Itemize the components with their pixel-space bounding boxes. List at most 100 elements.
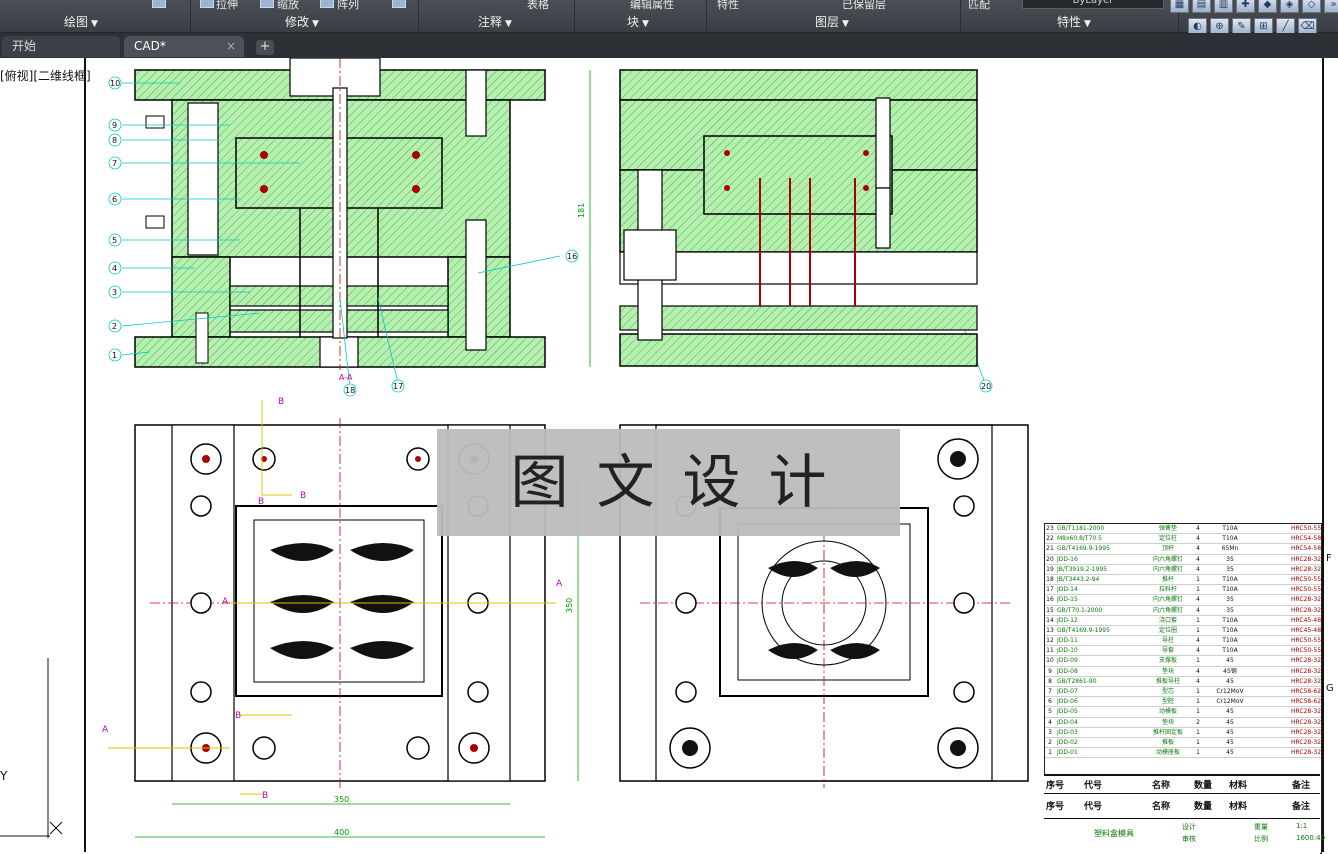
plus-icon[interactable]: ✚ [1236,0,1255,13]
scale-icon[interactable] [260,0,274,8]
tb-header-material: 材料 [1229,802,1248,812]
section-a-label: A [102,725,109,735]
bom-cell-mat: 35 [1226,555,1234,563]
dim-width-inner: 350 [334,795,349,804]
bom-cell-code: JB/T3443.2-94 [1057,575,1100,583]
bom-row[interactable]: 7 JDD-07 型芯 1 Cr12MoV HRC58-62 [1045,687,1321,698]
bom-row[interactable]: 14 JDD-12 浇口套 1 T10A HRC45-48 [1045,616,1321,626]
dimension-icon[interactable] [392,0,406,8]
bom-row[interactable]: 13 GB/T4169.9-1995 定位圈 1 T10A HRC45-48 [1045,626,1321,637]
bom-row[interactable]: 11 JDD-10 导套 4 T10A HRC50-55 [1045,646,1321,657]
bom-cell-hrc: HRC28-32 [1291,657,1321,665]
panel-draw[interactable]: 绘图 ▼ [64,13,98,30]
bom-row[interactable]: 12 JDD-11 导柱 4 T10A HRC50-55 [1045,636,1321,647]
section-b-label: B [235,711,241,721]
bom-cell-name: 浇口套 [1158,616,1177,624]
bom-cell-qty: 4 [1196,525,1200,532]
tab-drawing-label: CAD* [134,39,166,53]
panel-properties[interactable]: 特性 ▼ [1057,13,1091,30]
palette-icon[interactable]: ▦ [1170,0,1189,13]
bom-row[interactable]: 21 GB/T4169.9-1995 顶杆 4 65Mn HRC54-58 [1045,544,1321,555]
chevron-down-icon: ▼ [91,19,98,29]
panel-annotate[interactable]: 注释 ▼ [478,13,512,30]
bom-row[interactable]: 9 JDD-08 垫块 4 45钢 HRC28-32 [1045,667,1321,677]
overflow-icon[interactable]: » [1324,0,1338,13]
bom-row[interactable]: 23 GB/T1181-2000 弹簧垫 4 T10A HRC50-55 [1045,524,1321,535]
section-view-right[interactable] [619,69,978,367]
tab-drawing[interactable]: CAD* × [124,36,244,57]
bom-cell-idx: 21 [1046,545,1054,553]
close-icon[interactable]: × [226,36,236,57]
bom-cell-idx: 10 [1046,657,1054,665]
bom-cell-idx: 23 [1046,525,1054,532]
bom-header-qty: 数量 [1194,781,1213,791]
bom-row[interactable]: 22 M8x60.8/T70.5 定位柱 4 T10A HRC54-58 [1045,534,1321,545]
match-label[interactable]: 匹配 [968,0,990,12]
move-icon[interactable] [200,0,214,8]
layer-filter-icon[interactable]: ◇ [1302,0,1321,13]
bom-cell-idx: 3 [1048,728,1052,736]
bom-row[interactable]: 3 JDD-03 推杆固定板 1 45 HRC28-32 [1045,728,1321,738]
bom-cell-name: 推板导柱 [1155,677,1180,685]
bom-row[interactable]: 8 GB/T2861-90 推板导柱 4 45 HRC28-32 [1045,677,1321,687]
tab-start[interactable]: 开始 [2,36,120,57]
section-b-label: B [262,791,268,801]
panel-block[interactable]: 块 ▼ [627,13,649,30]
bom-row[interactable]: 17 JDD-14 拉料杆 1 T10A HRC50-55 [1045,585,1321,596]
bom-cell-hrc: HRC28-32 [1291,677,1321,685]
bom-cell-name: 动模板 [1158,708,1177,716]
properties-frag-label[interactable]: 特性 [717,0,739,12]
bom-cell-mat: T10A [1222,525,1238,532]
dim-height: 181 [577,203,586,218]
section-view-left[interactable]: 181 [134,58,591,370]
bom-row[interactable]: 16 JDD-15 内六角螺钉 4 35 HRC28-32 [1045,595,1321,606]
bom-cell-name: 内六角螺钉 [1152,565,1183,573]
panel-layers[interactable]: 图层 ▼ [815,13,849,30]
bom-cell-idx: 15 [1046,606,1054,614]
edit-attribute-label[interactable]: 编辑属性 [630,0,674,12]
bom-cell-name: 推杆 [1161,575,1174,583]
bom-row[interactable]: 10 JDD-09 支撑板 1 45 HRC28-32 [1045,656,1321,667]
bom-cell-code: JDD-08 [1057,667,1078,675]
new-tab-button[interactable]: + [256,40,274,55]
array-icon[interactable] [320,0,334,8]
layout-icon[interactable]: ▥ [1214,0,1233,13]
render-icon[interactable]: ◆ [1258,0,1277,13]
bom-row[interactable]: 20 JDD-16 内六角螺钉 4 35 HRC28-32 [1045,555,1321,565]
array-label[interactable]: 阵列 [337,0,359,12]
bom-row[interactable]: 1 JDD-01 动模座板 1 45 HRC28-32 [1045,748,1321,759]
bom-cell-name: 弹簧垫 [1158,525,1177,532]
callout-1: 1 [112,351,117,360]
bom-row[interactable]: 15 GB/T70.1-2000 内六角螺钉 4 35 HRC28-32 [1045,606,1321,616]
callout-7: 7 [112,159,117,168]
chevron-down-icon: ▼ [1084,19,1091,29]
bom-row[interactable]: 2 JDD-02 推板 1 45 HRC28-32 [1045,738,1321,749]
bom-cell-code: M8x60.8/T70.5 [1057,535,1102,543]
bom-cell-name: 顶杆 [1161,545,1174,553]
bom-cell-idx: 11 [1046,647,1054,655]
bom-cell-hrc: HRC45-48 [1291,616,1321,624]
stretch-icon[interactable] [152,0,166,8]
bom-row[interactable]: 19 JB/T3919.2-1995 内六角螺钉 4 35 HRC28-32 [1045,565,1321,575]
table-label[interactable]: 表格 [527,0,549,12]
saved-layer-label[interactable]: 已保留层 [842,0,886,12]
margin-letter-g: G [1326,683,1334,694]
section-b-label: B [258,497,264,507]
bom-cell-code: JDD-06 [1057,698,1078,706]
bom-cell-hrc: HRC50-55 [1291,525,1321,532]
bom-row[interactable]: 18 JB/T3443.2-94 推杆 1 T10A HRC50-55 [1045,575,1321,586]
bom-cell-idx: 4 [1048,718,1052,726]
bom-cell-code: JDD-12 [1057,616,1078,624]
panel-modify[interactable]: 修改 ▼ [285,13,319,30]
scale-label[interactable]: 缩放 [277,0,299,12]
layer-dropdown[interactable]: ByLayer [1022,0,1164,9]
bom-row[interactable]: 4 JDD-04 垫块 2 45 HRC28-32 [1045,718,1321,728]
bom-row[interactable]: 6 JDD-06 型腔 1 Cr12MoV HRC58-62 [1045,697,1321,708]
table-icon[interactable]: ▤ [1192,0,1211,13]
bom-cell-qty: 4 [1196,667,1200,675]
bom-row[interactable]: 5 JDD-05 动模板 1 45 HRC28-32 [1045,707,1321,718]
layer-state-icon[interactable]: ◈ [1280,0,1299,13]
bom-cell-code: JDD-14 [1057,586,1078,594]
stretch-label[interactable]: 拉伸 [216,0,238,12]
bom-cell-mat: T10A [1222,637,1238,645]
